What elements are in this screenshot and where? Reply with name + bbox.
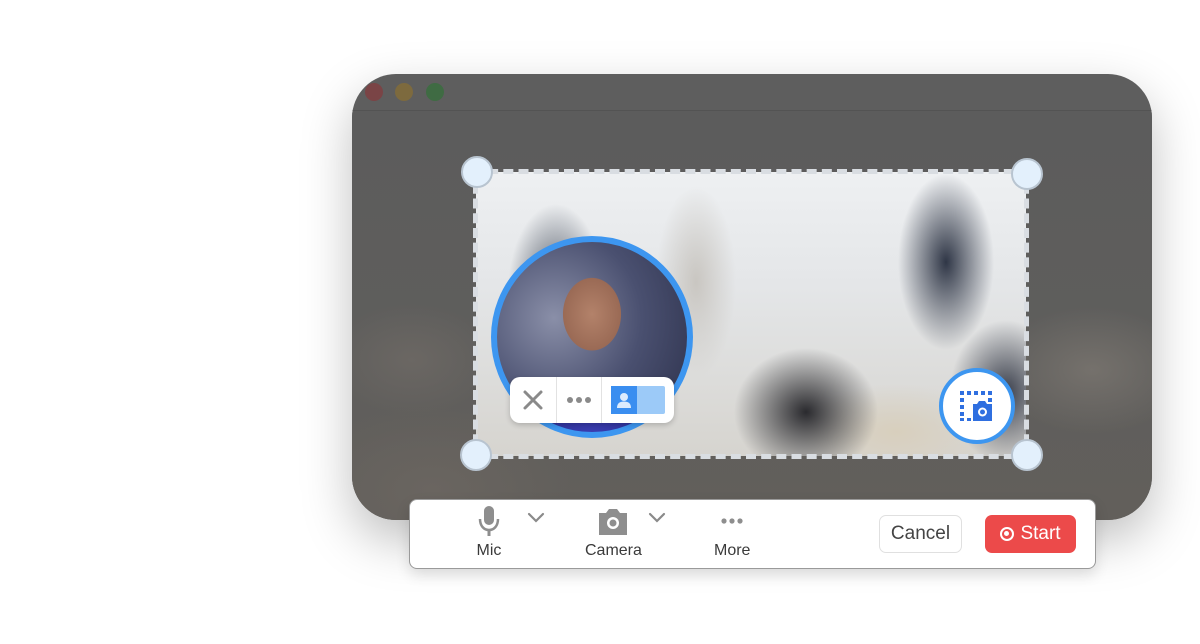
screenshot-button[interactable] bbox=[939, 368, 1015, 444]
toggle-knob bbox=[611, 386, 637, 414]
resize-handle-top-right[interactable] bbox=[1011, 158, 1043, 190]
more-control[interactable]: More bbox=[714, 504, 750, 560]
zoom-window-button[interactable] bbox=[426, 83, 444, 101]
close-window-button[interactable] bbox=[365, 83, 383, 101]
camera-control[interactable]: Camera bbox=[585, 504, 642, 560]
resize-handle-top-left[interactable] bbox=[461, 156, 493, 188]
close-bubble-button[interactable] bbox=[510, 377, 557, 423]
window-titlebar bbox=[352, 74, 1152, 111]
mic-control[interactable]: Mic bbox=[476, 504, 502, 560]
record-icon bbox=[1000, 527, 1015, 541]
person-icon bbox=[617, 393, 631, 408]
close-x-icon bbox=[523, 390, 543, 410]
microphone-icon bbox=[478, 506, 500, 536]
cancel-button[interactable]: Cancel bbox=[879, 515, 962, 553]
ellipsis-icon bbox=[721, 518, 743, 524]
resize-handle-bottom-left[interactable] bbox=[460, 439, 492, 471]
camera-label: Camera bbox=[585, 542, 642, 559]
mic-label: Mic bbox=[476, 542, 502, 559]
resize-handle-bottom-right[interactable] bbox=[1011, 439, 1043, 471]
start-recording-button[interactable]: Start bbox=[985, 515, 1076, 553]
mic-options-chevron-icon[interactable] bbox=[527, 512, 545, 524]
camera-icon bbox=[599, 509, 628, 535]
camera-toggle[interactable] bbox=[602, 377, 674, 423]
screenshot-camera-icon bbox=[960, 391, 992, 421]
start-label: Start bbox=[1020, 523, 1061, 544]
camera-options-chevron-icon[interactable] bbox=[648, 512, 666, 524]
bubble-more-button[interactable] bbox=[557, 377, 602, 423]
more-label: More bbox=[714, 542, 751, 559]
minimize-window-button[interactable] bbox=[395, 83, 413, 101]
toggle-track[interactable] bbox=[611, 386, 665, 414]
recording-control-bar: Mic Camera More Cancel Start bbox=[409, 499, 1096, 569]
ellipsis-icon bbox=[567, 397, 591, 403]
webcam-bubble-toolbar bbox=[510, 377, 674, 423]
